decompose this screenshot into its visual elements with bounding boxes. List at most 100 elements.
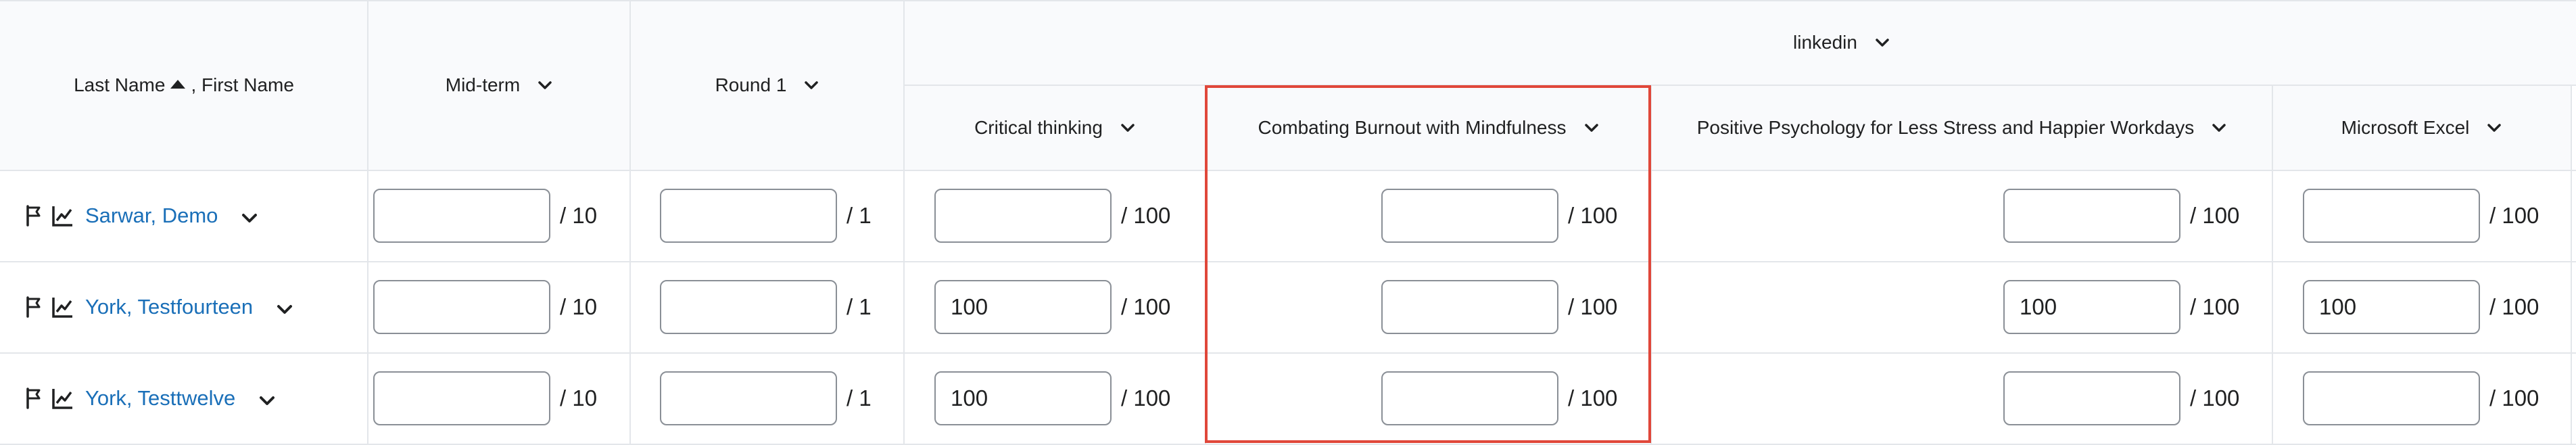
positive-psychology-header[interactable]: Positive Psychology for Less Stress and … (1651, 85, 2272, 170)
positive-psychology-grade-cell: / 100 (2003, 170, 2272, 261)
microsoft-excel-grade-cell: / 100 (2303, 353, 2571, 444)
grid-line (904, 85, 2576, 86)
student-name-link[interactable]: Sarwar, Demo (85, 204, 218, 228)
grid-line (2571, 85, 2572, 445)
combating-burnout-grade-input[interactable] (1381, 371, 1558, 425)
critical-thinking-grade-cell: / 100 (934, 170, 1205, 261)
combating-burnout-header[interactable]: Combating Burnout with Mindfulness (1206, 85, 1651, 170)
flag-icon[interactable] (24, 387, 46, 410)
name-column-header[interactable]: Last Name , First Name (0, 0, 368, 170)
stats-chart-icon[interactable] (51, 387, 73, 410)
chevron-down-icon[interactable] (538, 78, 552, 93)
grid-line (0, 0, 2576, 1)
combating-burnout-out-of: / 100 (1568, 385, 1618, 411)
positive-psychology-grade-input[interactable] (2003, 371, 2180, 425)
chevron-down-icon[interactable] (2487, 120, 2502, 135)
critical-thinking-grade-cell: / 100 (934, 353, 1205, 444)
round1-column-header[interactable]: Round 1 (630, 0, 904, 170)
flag-icon[interactable] (24, 204, 46, 227)
combating-burnout-out-of: / 100 (1568, 203, 1618, 228)
grid-line (1205, 85, 1206, 445)
chevron-down-icon[interactable] (804, 78, 819, 93)
midterm-grade-cell: / 10 (373, 170, 630, 261)
chevron-down-icon[interactable] (1584, 120, 1599, 135)
sort-ascending-icon (170, 79, 186, 89)
round1-grade-cell: / 1 (660, 353, 903, 444)
combating-burnout-grade-cell: / 100 (1381, 170, 1650, 261)
round1-out-of: / 1 (846, 385, 872, 411)
student-name-link[interactable]: York, Testfourteen (85, 295, 253, 319)
linkedin-group-label: linkedin (1793, 32, 1857, 53)
midterm-header-label: Mid-term (445, 74, 521, 95)
combating-burnout-grade-cell: / 100 (1381, 353, 1650, 444)
critical-thinking-grade-input[interactable] (934, 371, 1112, 425)
positive-psychology-grade-input[interactable] (2003, 189, 2180, 243)
chevron-down-icon[interactable] (2212, 120, 2226, 135)
midterm-grade-input[interactable] (373, 280, 550, 334)
round1-grade-cell: / 1 (660, 170, 903, 261)
flag-icon[interactable] (24, 296, 46, 319)
combating-burnout-out-of: / 100 (1568, 294, 1618, 319)
table-row-name-cell: York, Testfourteen (24, 262, 362, 352)
positive-psychology-label: Positive Psychology for Less Stress and … (1696, 117, 2195, 138)
grid-line (903, 0, 905, 445)
microsoft-excel-grade-cell: / 100 (2303, 170, 2571, 261)
microsoft-excel-out-of: / 100 (2489, 385, 2539, 411)
chevron-down-icon[interactable] (258, 390, 276, 407)
combating-burnout-grade-input[interactable] (1381, 189, 1558, 243)
positive-psychology-grade-cell: / 100 (2003, 353, 2272, 444)
chevron-down-icon[interactable] (241, 207, 258, 225)
stats-chart-icon[interactable] (51, 204, 73, 227)
combating-burnout-grade-input[interactable] (1381, 280, 1558, 334)
chevron-down-icon[interactable] (276, 298, 293, 316)
combating-burnout-label: Combating Burnout with Mindfulness (1258, 117, 1567, 138)
round1-grade-input[interactable] (660, 371, 837, 425)
midterm-grade-cell: / 10 (373, 353, 630, 444)
critical-thinking-grade-input[interactable] (934, 189, 1112, 243)
critical-thinking-grade-cell: / 100 (934, 262, 1205, 352)
round1-grade-input[interactable] (660, 280, 837, 334)
last-name-sort[interactable]: Last Name (74, 74, 165, 96)
microsoft-excel-grade-input[interactable] (2303, 280, 2480, 334)
positive-psychology-out-of: / 100 (2190, 203, 2240, 228)
grid-line (1650, 85, 1652, 445)
round1-header-label: Round 1 (715, 74, 787, 95)
positive-psychology-out-of: / 100 (2190, 294, 2240, 319)
chevron-down-icon[interactable] (1875, 35, 1890, 50)
positive-psychology-out-of: / 100 (2190, 385, 2240, 411)
critical-thinking-header[interactable]: Critical thinking (904, 85, 1206, 170)
student-name-link[interactable]: York, Testtwelve (85, 386, 235, 411)
table-row-name-cell: Sarwar, Demo (24, 170, 362, 261)
critical-thinking-grade-input[interactable] (934, 280, 1112, 334)
microsoft-excel-label: Microsoft Excel (2341, 117, 2470, 138)
round1-grade-cell: / 1 (660, 262, 903, 352)
round1-out-of: / 1 (846, 294, 872, 319)
microsoft-excel-grade-input[interactable] (2303, 189, 2480, 243)
positive-psychology-grade-input[interactable] (2003, 280, 2180, 334)
midterm-grade-cell: / 10 (373, 262, 630, 352)
midterm-grade-input[interactable] (373, 189, 550, 243)
table-row-name-cell: York, Testtwelve (24, 353, 362, 444)
midterm-out-of: / 10 (560, 385, 598, 411)
midterm-column-header[interactable]: Mid-term (368, 0, 630, 170)
critical-thinking-label: Critical thinking (974, 117, 1103, 138)
grid-line (367, 0, 368, 445)
round1-out-of: / 1 (846, 203, 872, 228)
round1-grade-input[interactable] (660, 189, 837, 243)
first-name-sort[interactable]: , First Name (191, 74, 293, 96)
positive-psychology-grade-cell: / 100 (2003, 262, 2272, 352)
critical-thinking-out-of: / 100 (1121, 294, 1171, 319)
midterm-out-of: / 10 (560, 294, 598, 319)
midterm-grade-input[interactable] (373, 371, 550, 425)
microsoft-excel-grade-input[interactable] (2303, 371, 2480, 425)
critical-thinking-out-of: / 100 (1121, 203, 1171, 228)
linkedin-group-header[interactable]: linkedin (904, 0, 2576, 85)
microsoft-excel-header[interactable]: Microsoft Excel (2272, 85, 2571, 170)
midterm-out-of: / 10 (560, 203, 598, 228)
chevron-down-icon[interactable] (1120, 120, 1135, 135)
combating-burnout-grade-cell: / 100 (1381, 262, 1650, 352)
stats-chart-icon[interactable] (51, 296, 73, 319)
microsoft-excel-out-of: / 100 (2489, 294, 2539, 319)
microsoft-excel-grade-cell: / 100 (2303, 262, 2571, 352)
critical-thinking-out-of: / 100 (1121, 385, 1171, 411)
